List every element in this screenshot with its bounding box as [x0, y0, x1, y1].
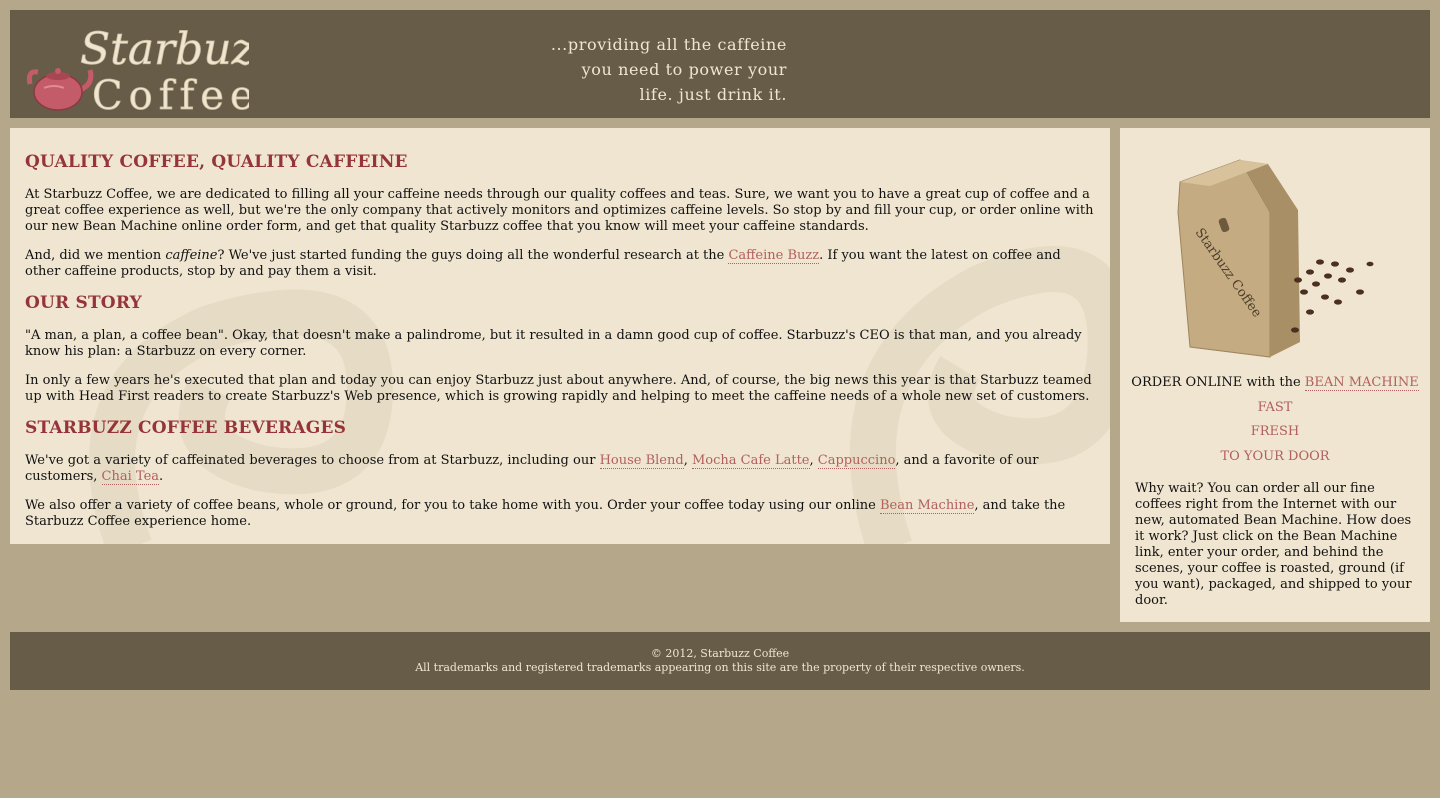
main-content: QUALITY COFFEE, QUALITY CAFFEINE At Star…: [10, 128, 1110, 544]
why-wait-text: Why wait? You can order all our fine cof…: [1135, 481, 1412, 608]
mocha-cafe-latte-link[interactable]: Mocha Cafe Latte: [691, 453, 810, 469]
feature-fresh: FRESH: [1250, 424, 1300, 439]
footer: © 2012, Starbuzz Coffee All trademarks a…: [10, 632, 1430, 690]
coffee-bag-image: Starbuzz Coffee: [1177, 159, 1374, 358]
text-span: ,: [809, 453, 818, 468]
section-heading-quality: QUALITY COFFEE, QUALITY CAFFEINE: [25, 152, 408, 172]
cappuccino-link[interactable]: Cappuccino: [817, 453, 896, 469]
section-heading-story: OUR STORY: [25, 293, 142, 313]
sidebar: Starbuzz Coffee ORDER ONLINE with the BE…: [1120, 128, 1430, 622]
bean-machine-link[interactable]: Bean Machine: [879, 498, 975, 514]
text-span: ? We've just started funding the guys do…: [217, 248, 729, 263]
text-span: .: [159, 469, 164, 484]
section-heading-beverages: STARBUZZ COFFEE BEVERAGES: [25, 418, 347, 438]
text-span: And, did we mention: [25, 248, 166, 263]
starbuzz-logo[interactable]: Starbuzz Coffee: [24, 14, 279, 119]
feature-fast: FAST: [1257, 399, 1293, 415]
slogan-line: life. just drink it.: [639, 85, 787, 104]
quality-paragraph-2: And, did we mention caffeine? We've just…: [25, 248, 1095, 280]
order-prefix: ORDER ONLINE with the: [1131, 375, 1305, 390]
chai-tea-link[interactable]: Chai Tea: [101, 469, 160, 485]
beverages-paragraph-2: We also offer a variety of coffee beans,…: [25, 498, 1095, 530]
beverages-paragraph-1: We've got a variety of caffeinated bever…: [25, 453, 1095, 485]
copyright: © 2012, Starbuzz Coffee: [650, 647, 790, 660]
story-paragraph-1: "A man, a plan, a coffee bean". Okay, th…: [25, 328, 1082, 359]
svg-text:Starbuzz: Starbuzz: [80, 24, 249, 75]
order-online: ORDER ONLINE with the BEAN MACHINE FAST …: [1120, 371, 1430, 469]
header: Starbuzz Coffee ...providing all the caf…: [10, 10, 1430, 119]
text-span: ,: [683, 453, 692, 468]
slogan: ...providing all the caffeine you need t…: [510, 32, 787, 107]
house-blend-link[interactable]: House Blend: [599, 453, 684, 469]
story-paragraph-2: In only a few years he's executed that p…: [25, 373, 1092, 404]
svg-text:Coffee: Coffee: [92, 73, 249, 114]
order-line: ORDER ONLINE with the BEAN MACHINE: [1120, 371, 1430, 396]
bean-machine-sidebar-link[interactable]: BEAN MACHINE: [1304, 375, 1419, 391]
text-span: We've got a variety of caffeinated bever…: [25, 453, 600, 468]
trademark-notice: All trademarks and registered trademarks…: [415, 661, 1025, 674]
caffeine-buzz-link[interactable]: Caffeine Buzz: [728, 248, 820, 264]
quality-paragraph-1: At Starbuzz Coffee, we are dedicated to …: [25, 187, 1094, 234]
feature-to-your-door: TO YOUR DOOR: [1220, 448, 1330, 464]
slogan-line: you need to power your: [581, 60, 787, 79]
emphasis-caffeine: caffeine: [165, 248, 218, 263]
slogan-line: ...providing all the caffeine: [550, 35, 787, 54]
text-span: We also offer a variety of coffee beans,…: [25, 498, 880, 513]
